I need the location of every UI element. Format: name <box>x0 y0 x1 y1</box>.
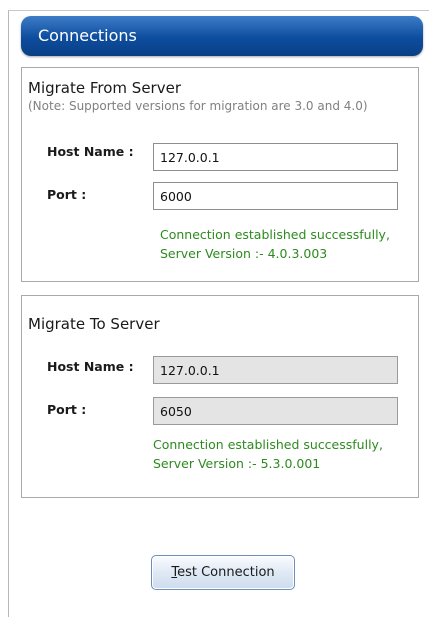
connections-header: Connections <box>21 16 423 56</box>
from-host-name-label: Host Name : <box>47 144 134 159</box>
from-port-label: Port : <box>47 187 87 202</box>
to-host-name-input[interactable] <box>153 356 398 384</box>
header-title: Connections <box>38 26 137 45</box>
to-connection-status: Connection established successfully, Ser… <box>153 435 383 473</box>
to-host-name-label: Host Name : <box>47 359 134 374</box>
migrate-from-title: Migrate From Server <box>28 79 181 97</box>
migrate-to-group: Migrate To Server Host Name : Port : Con… <box>21 295 419 498</box>
test-connection-label: est Connection <box>177 565 275 580</box>
from-connection-status: Connection established successfully, Ser… <box>160 225 390 263</box>
to-status-message: Connection established successfully, <box>153 437 383 452</box>
from-status-message: Connection established successfully, <box>160 227 390 242</box>
to-port-input[interactable] <box>153 397 398 425</box>
from-server-version: Server Version :- 4.0.3.003 <box>160 246 328 261</box>
to-port-label: Port : <box>47 402 87 417</box>
to-server-version: Server Version :- 5.3.0.001 <box>153 456 321 471</box>
migrate-to-title: Migrate To Server <box>28 315 160 333</box>
migrate-from-group: Migrate From Server (Note: Supported ver… <box>21 67 419 282</box>
from-port-input[interactable] <box>153 182 398 210</box>
from-host-name-input[interactable] <box>153 143 398 171</box>
migration-version-note: (Note: Supported versions for migration … <box>28 99 368 113</box>
test-connection-button[interactable]: Test Connection <box>151 555 295 590</box>
